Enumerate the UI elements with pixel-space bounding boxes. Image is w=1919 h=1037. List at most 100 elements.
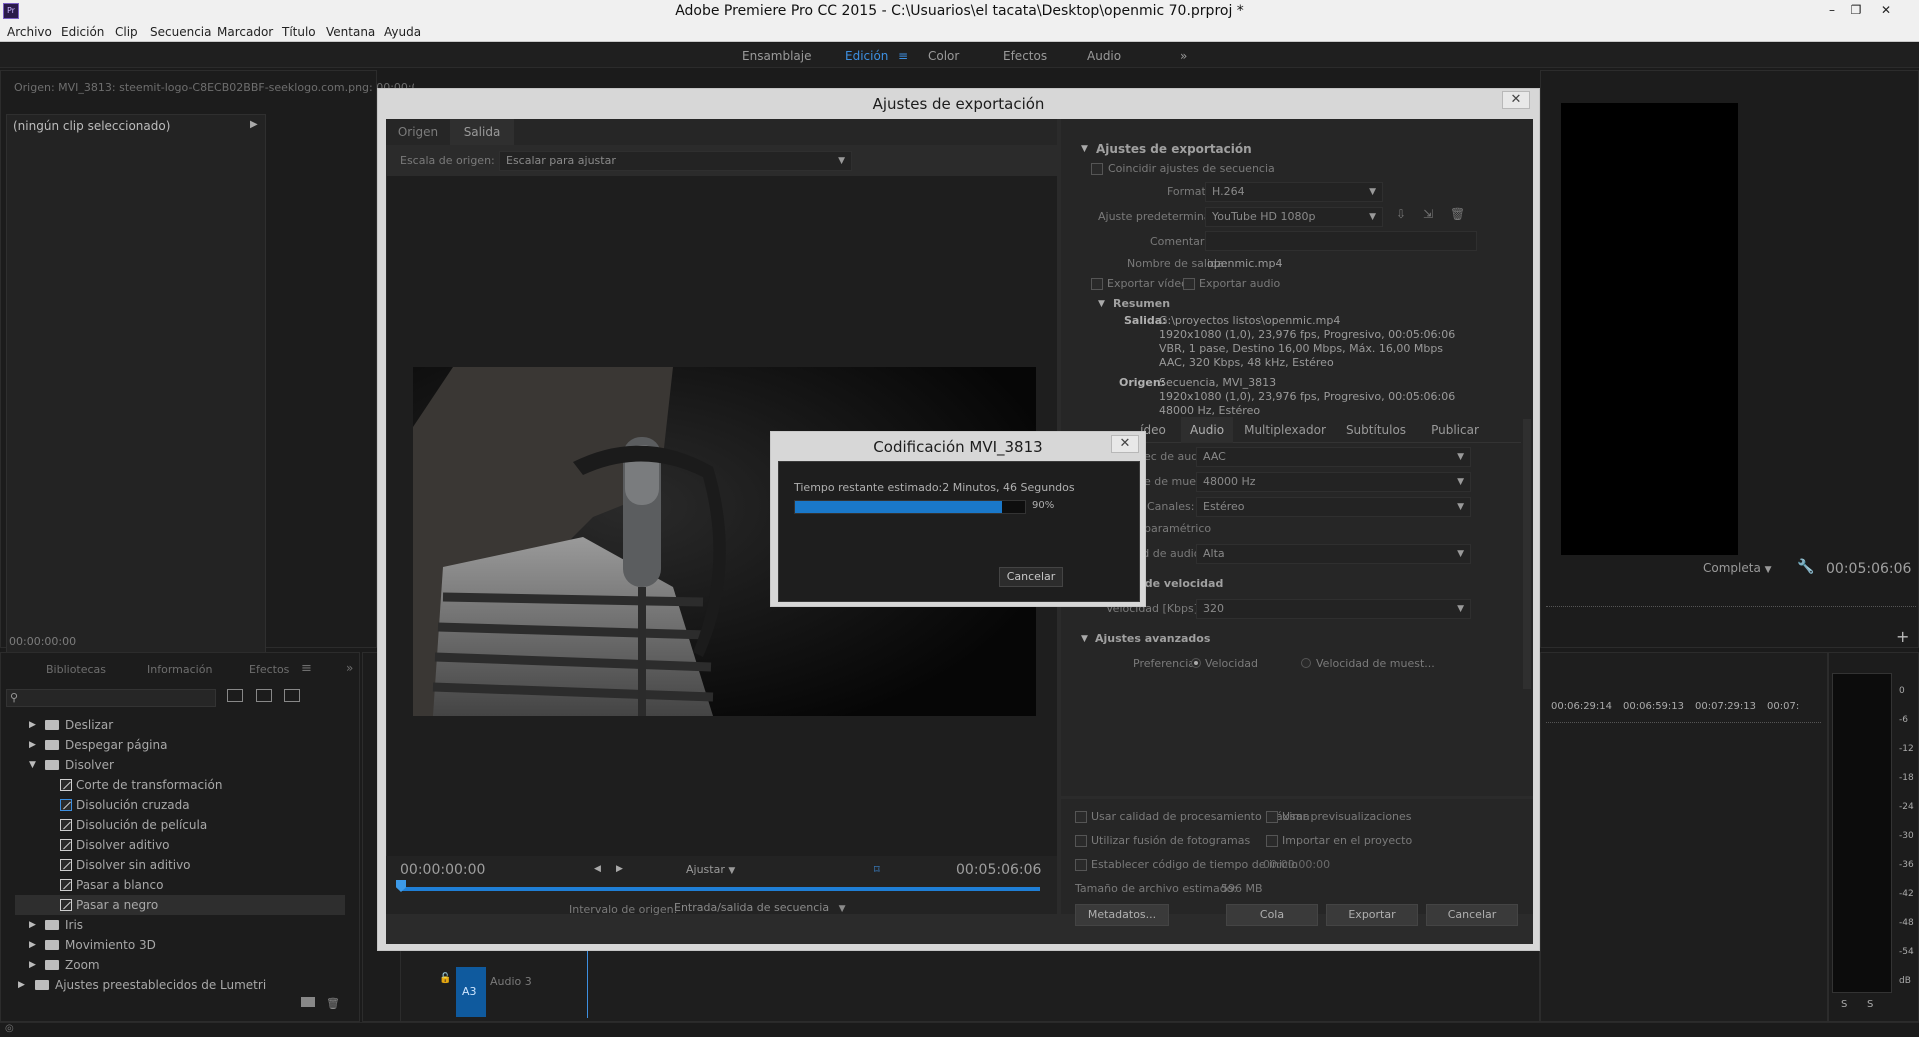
tree-effect[interactable]: Corte de transformación <box>15 775 345 795</box>
new-bin-icon[interactable] <box>301 997 315 1007</box>
close-icon[interactable]: ✕ <box>1111 435 1139 453</box>
workspace-more-icon[interactable]: » <box>1180 49 1187 63</box>
import-project-checkbox[interactable] <box>1266 835 1278 847</box>
source-range-select[interactable]: Entrada/salida de secuencia ▼ <box>674 901 846 914</box>
minimize-button[interactable]: – <box>1822 2 1842 18</box>
tree-folder-despegar[interactable]: ▶ Despegar página <box>15 735 345 755</box>
tree-effect[interactable]: Disolución cruzada <box>15 795 345 815</box>
tab-efectos[interactable]: Efectos <box>249 663 289 676</box>
comments-input[interactable] <box>1205 231 1477 251</box>
workspace-edicion[interactable]: Edición <box>845 49 888 63</box>
tree-effect-selected[interactable]: Pasar a negro <box>15 895 345 915</box>
start-tc-value[interactable]: 00:00:00:00 <box>1263 858 1330 871</box>
queue-button[interactable]: Cola <box>1226 904 1318 926</box>
chevron-right-icon[interactable]: ▶ <box>29 915 36 935</box>
tab-multiplexador[interactable]: Multiplexador <box>1239 417 1331 443</box>
workspace-ensamblaje[interactable]: Ensamblaje <box>742 49 812 63</box>
export-audio-checkbox[interactable] <box>1183 278 1195 290</box>
tree-effect[interactable]: Disolver sin aditivo <box>15 855 345 875</box>
cancel-encoding-button[interactable]: Cancelar <box>999 567 1063 587</box>
workspace-color[interactable]: Color <box>928 49 959 63</box>
workspace-efectos[interactable]: Efectos <box>1003 49 1047 63</box>
chevron-down-icon[interactable]: ▼ <box>1081 144 1088 154</box>
settings-scrollbar[interactable] <box>1523 419 1531 689</box>
playhead-line[interactable] <box>587 943 588 1018</box>
effects-search-input[interactable]: ⚲ <box>6 689 216 707</box>
panel-overflow-icon[interactable]: » <box>346 661 353 675</box>
crop-icon[interactable]: ⌑ <box>874 863 880 876</box>
match-sequence-checkbox[interactable] <box>1091 163 1103 175</box>
audio-codec-select[interactable]: AAC ▼ <box>1196 447 1471 467</box>
save-preset-icon[interactable]: ⇩ <box>1396 207 1406 221</box>
solo-button[interactable]: S <box>1841 999 1847 1010</box>
workspace-menu-icon[interactable]: ≡ <box>898 49 908 63</box>
tree-effect[interactable]: Disolución de película <box>15 815 345 835</box>
delete-preset-icon[interactable]: 🗑 <box>1450 207 1465 221</box>
close-window-button[interactable]: ✕ <box>1876 2 1896 18</box>
accelerated-effects-icon[interactable] <box>227 689 243 702</box>
tree-folder-deslizar[interactable]: ▶ Deslizar <box>15 715 345 735</box>
chevron-right-icon[interactable]: ▶ <box>29 715 36 735</box>
menu-titulo[interactable]: Título <box>282 25 316 39</box>
chevron-down-icon[interactable]: ▼ <box>29 755 36 775</box>
mark-in-icon[interactable]: ◀ <box>594 864 601 874</box>
track-target-a3[interactable]: A3 <box>456 967 486 1017</box>
import-preset-icon[interactable]: ⇲ <box>1423 207 1433 221</box>
tab-publicar[interactable]: Publicar <box>1421 417 1489 443</box>
add-button-icon[interactable]: + <box>1896 627 1909 646</box>
chevron-right-icon[interactable]: ▶ <box>18 975 25 995</box>
menu-clip[interactable]: Clip <box>115 25 138 39</box>
fit-select[interactable]: Ajustar ▼ <box>686 863 735 876</box>
expand-arrow-icon[interactable]: ▶ <box>250 119 258 130</box>
tree-folder-disolver[interactable]: ▼ Disolver <box>15 755 345 775</box>
speed-radio[interactable] <box>1191 658 1201 668</box>
preview-scrubber[interactable] <box>400 887 1040 891</box>
menu-archivo[interactable]: Archivo <box>7 25 52 39</box>
mark-out-icon[interactable]: ▶ <box>616 864 623 874</box>
tree-folder-iris[interactable]: ▶ Iris <box>15 915 345 935</box>
timeline-ruler[interactable] <box>1546 717 1821 723</box>
tree-effect[interactable]: Pasar a blanco <box>15 875 345 895</box>
panel-menu-icon[interactable]: ≡ <box>301 661 312 676</box>
format-select[interactable]: H.264 ▼ <box>1205 182 1383 202</box>
output-name-link[interactable]: openmic.mp4 <box>1207 257 1282 270</box>
restore-button[interactable]: ❐ <box>1846 2 1866 18</box>
max-quality-checkbox[interactable] <box>1075 811 1087 823</box>
close-icon[interactable]: ✕ <box>1502 91 1530 109</box>
channels-select[interactable]: Estéreo ▼ <box>1196 497 1471 517</box>
chevron-right-icon[interactable]: ▶ <box>29 735 36 755</box>
chevron-down-icon[interactable]: ▼ <box>1081 634 1088 644</box>
cancel-export-button[interactable]: Cancelar <box>1426 904 1518 926</box>
wrench-icon[interactable]: 🔧 <box>1797 559 1814 575</box>
menu-secuencia[interactable]: Secuencia <box>150 25 211 39</box>
start-tc-checkbox[interactable] <box>1075 859 1087 871</box>
tab-subtitulos[interactable]: Subtítulos <box>1337 417 1415 443</box>
program-mini-ruler[interactable] <box>1546 599 1916 607</box>
tree-effect[interactable]: Disolver aditivo <box>15 835 345 855</box>
metadata-button[interactable]: Metadatos... <box>1075 904 1169 926</box>
export-video-checkbox[interactable] <box>1091 278 1103 290</box>
frame-blending-checkbox[interactable] <box>1075 835 1087 847</box>
tree-folder-zoom[interactable]: ▶ Zoom <box>15 955 345 975</box>
use-previews-checkbox[interactable] <box>1266 811 1278 823</box>
sample-rate-select[interactable]: 48000 Hz ▼ <box>1196 472 1471 492</box>
zoom-select[interactable]: Completa ▼ <box>1703 561 1772 575</box>
tab-informacion[interactable]: Información <box>147 663 212 676</box>
tree-folder-movimiento[interactable]: ▶ Movimiento 3D <box>15 935 345 955</box>
export-button[interactable]: Exportar <box>1326 904 1418 926</box>
audio-quality-select[interactable]: Alta ▼ <box>1196 544 1471 564</box>
bitrate-select[interactable]: 320 ▼ <box>1196 599 1471 619</box>
chevron-down-icon[interactable]: ▼ <box>1098 299 1105 309</box>
workspace-audio[interactable]: Audio <box>1087 49 1121 63</box>
menu-edicion[interactable]: Edición <box>61 25 104 39</box>
tab-bibliotecas[interactable]: Bibliotecas <box>46 663 106 676</box>
menu-marcador[interactable]: Marcador <box>217 25 273 39</box>
tab-audio[interactable]: Audio <box>1181 417 1233 443</box>
tab-salida[interactable]: Salida <box>450 119 514 145</box>
sample-speed-radio[interactable] <box>1301 658 1311 668</box>
lock-icon[interactable]: 🔓 <box>439 973 451 984</box>
tab-origen[interactable]: Origen <box>386 119 450 145</box>
tree-folder-lumetri[interactable]: ▶ Ajustes preestablecidos de Lumetri <box>15 975 345 995</box>
menu-ayuda[interactable]: Ayuda <box>384 25 421 39</box>
chevron-right-icon[interactable]: ▶ <box>29 955 36 975</box>
